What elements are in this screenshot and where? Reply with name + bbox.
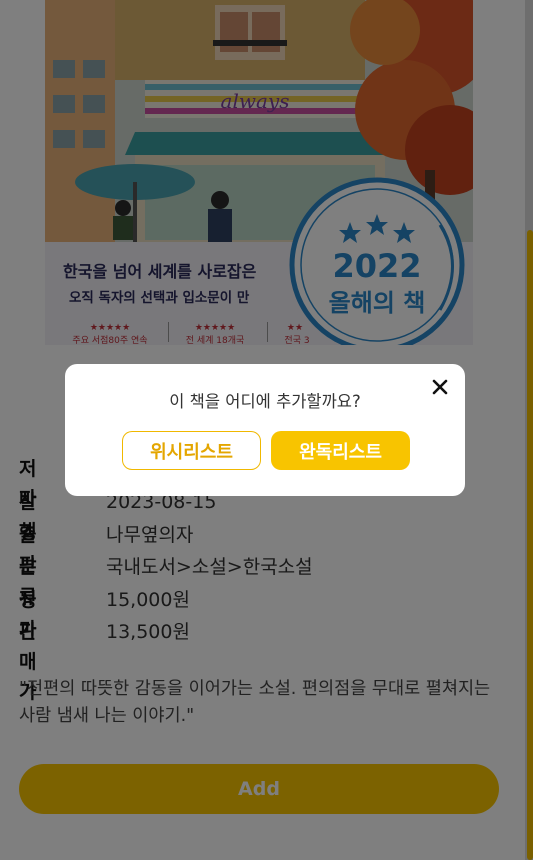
add-to-list-dialog: 이 책을 어디에 추가할까요? 위시리스트 완독리스트 — [65, 364, 465, 496]
close-icon[interactable] — [429, 376, 451, 398]
finished-list-button[interactable]: 완독리스트 — [271, 431, 410, 470]
wishlist-button[interactable]: 위시리스트 — [122, 431, 261, 470]
modal-backdrop[interactable]: 이 책을 어디에 추가할까요? 위시리스트 완독리스트 — [0, 0, 533, 860]
dialog-title: 이 책을 어디에 추가할까요? — [169, 392, 361, 411]
